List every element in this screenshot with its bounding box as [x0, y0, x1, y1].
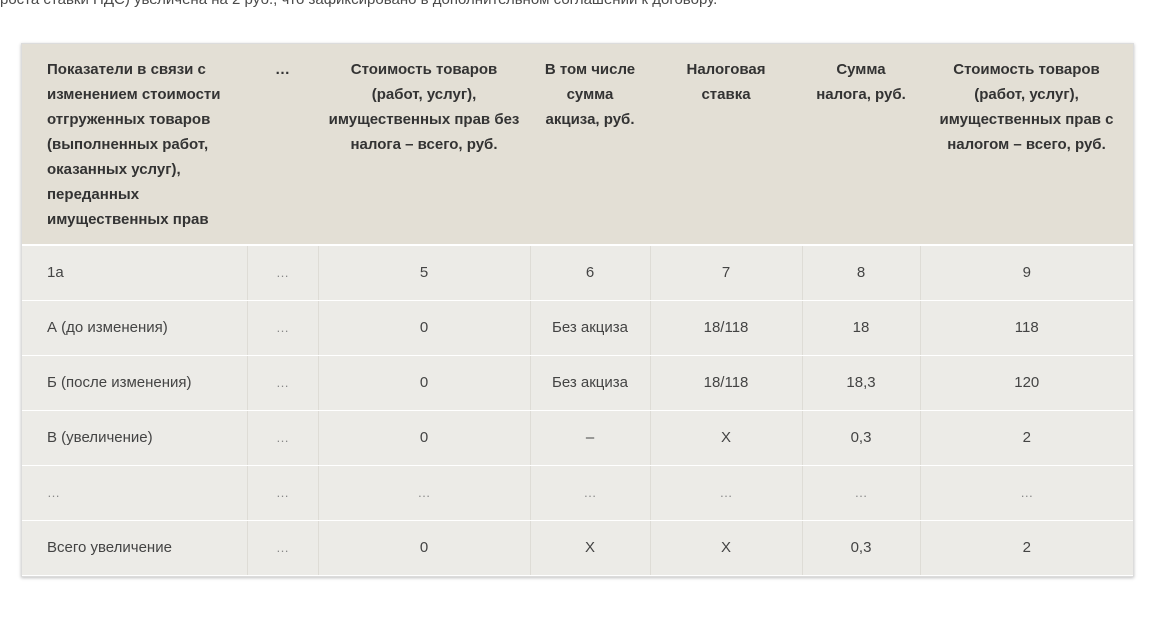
table-cell: 9 [920, 245, 1133, 301]
table-cell: … [650, 465, 803, 521]
table-cell: … [530, 465, 651, 521]
table-cell: … [247, 245, 319, 301]
data-table: Показатели в связи с изменением стоимост… [22, 44, 1133, 576]
intro-paragraph: роста ставки НДС) увеличена на 2 руб., ч… [0, 0, 1165, 10]
table-cell: 0 [318, 300, 531, 356]
table-cell: 8 [802, 245, 921, 301]
table-row: В (увеличение) … 0 – Х 0,3 2 [22, 410, 1133, 466]
table-cell: Без акциза [530, 300, 651, 356]
table-row: Всего увеличение … 0 Х Х 0,3 2 [22, 520, 1133, 576]
table-cell: 0 [318, 355, 531, 411]
table-cell: Х [650, 410, 803, 466]
table-cell: … [247, 355, 319, 411]
table-cell: 18 [802, 300, 921, 356]
table-row: А (до изменения) … 0 Без акциза 18/118 1… [22, 300, 1133, 356]
table-cell: 6 [530, 245, 651, 301]
table-cell: 0,3 [802, 520, 921, 576]
table-cell: 0 [318, 520, 531, 576]
table-cell: А (до изменения) [22, 300, 248, 356]
table-cell: 18,3 [802, 355, 921, 411]
table-cell: В (увеличение) [22, 410, 248, 466]
header-excise: В том числе сумма акциза, руб. [530, 44, 650, 246]
table-cell: 18/118 [650, 355, 803, 411]
table-cell: … [247, 300, 319, 356]
table-cell: 7 [650, 245, 803, 301]
table-cell: Без акциза [530, 355, 651, 411]
table-cell: … [22, 465, 248, 521]
table-cell: 120 [920, 355, 1133, 411]
table-cell: Х [650, 520, 803, 576]
header-cost-without-tax: Стоимость товаров (работ, услуг), имущес… [318, 44, 530, 246]
table-cell: Б (после изменения) [22, 355, 248, 411]
header-indicators: Показатели в связи с изменением стоимост… [22, 44, 247, 246]
table-row: … … … … … … … [22, 465, 1133, 521]
table-cell: 1а [22, 245, 248, 301]
table-cell: … [802, 465, 921, 521]
table-cell: 5 [318, 245, 531, 301]
table-cell: 118 [920, 300, 1133, 356]
table-cell: 2 [920, 410, 1133, 466]
table-cell: 0 [318, 410, 531, 466]
invoice-adjustment-table: Показатели в связи с изменением стоимост… [21, 43, 1134, 577]
table-row: 1а … 5 6 7 8 9 [22, 245, 1133, 301]
header-tax-rate: Налоговая ставка [650, 44, 802, 246]
table-cell: … [318, 465, 531, 521]
header-ellipsis: … [247, 44, 318, 246]
table-cell: Всего увеличение [22, 520, 248, 576]
table-header-row: Показатели в связи с изменением стоимост… [22, 44, 1133, 246]
table-cell: … [247, 520, 319, 576]
table-row: Б (после изменения) … 0 Без акциза 18/11… [22, 355, 1133, 411]
header-cost-with-tax: Стоимость товаров (работ, услуг), имущес… [920, 44, 1133, 246]
table-cell: … [247, 465, 319, 521]
table-cell: … [247, 410, 319, 466]
table-cell: – [530, 410, 651, 466]
table-cell: … [920, 465, 1133, 521]
table-cell: 2 [920, 520, 1133, 576]
table-cell: 18/118 [650, 300, 803, 356]
header-tax-amount: Сумма налога, руб. [802, 44, 920, 246]
table-cell: 0,3 [802, 410, 921, 466]
table-cell: Х [530, 520, 651, 576]
